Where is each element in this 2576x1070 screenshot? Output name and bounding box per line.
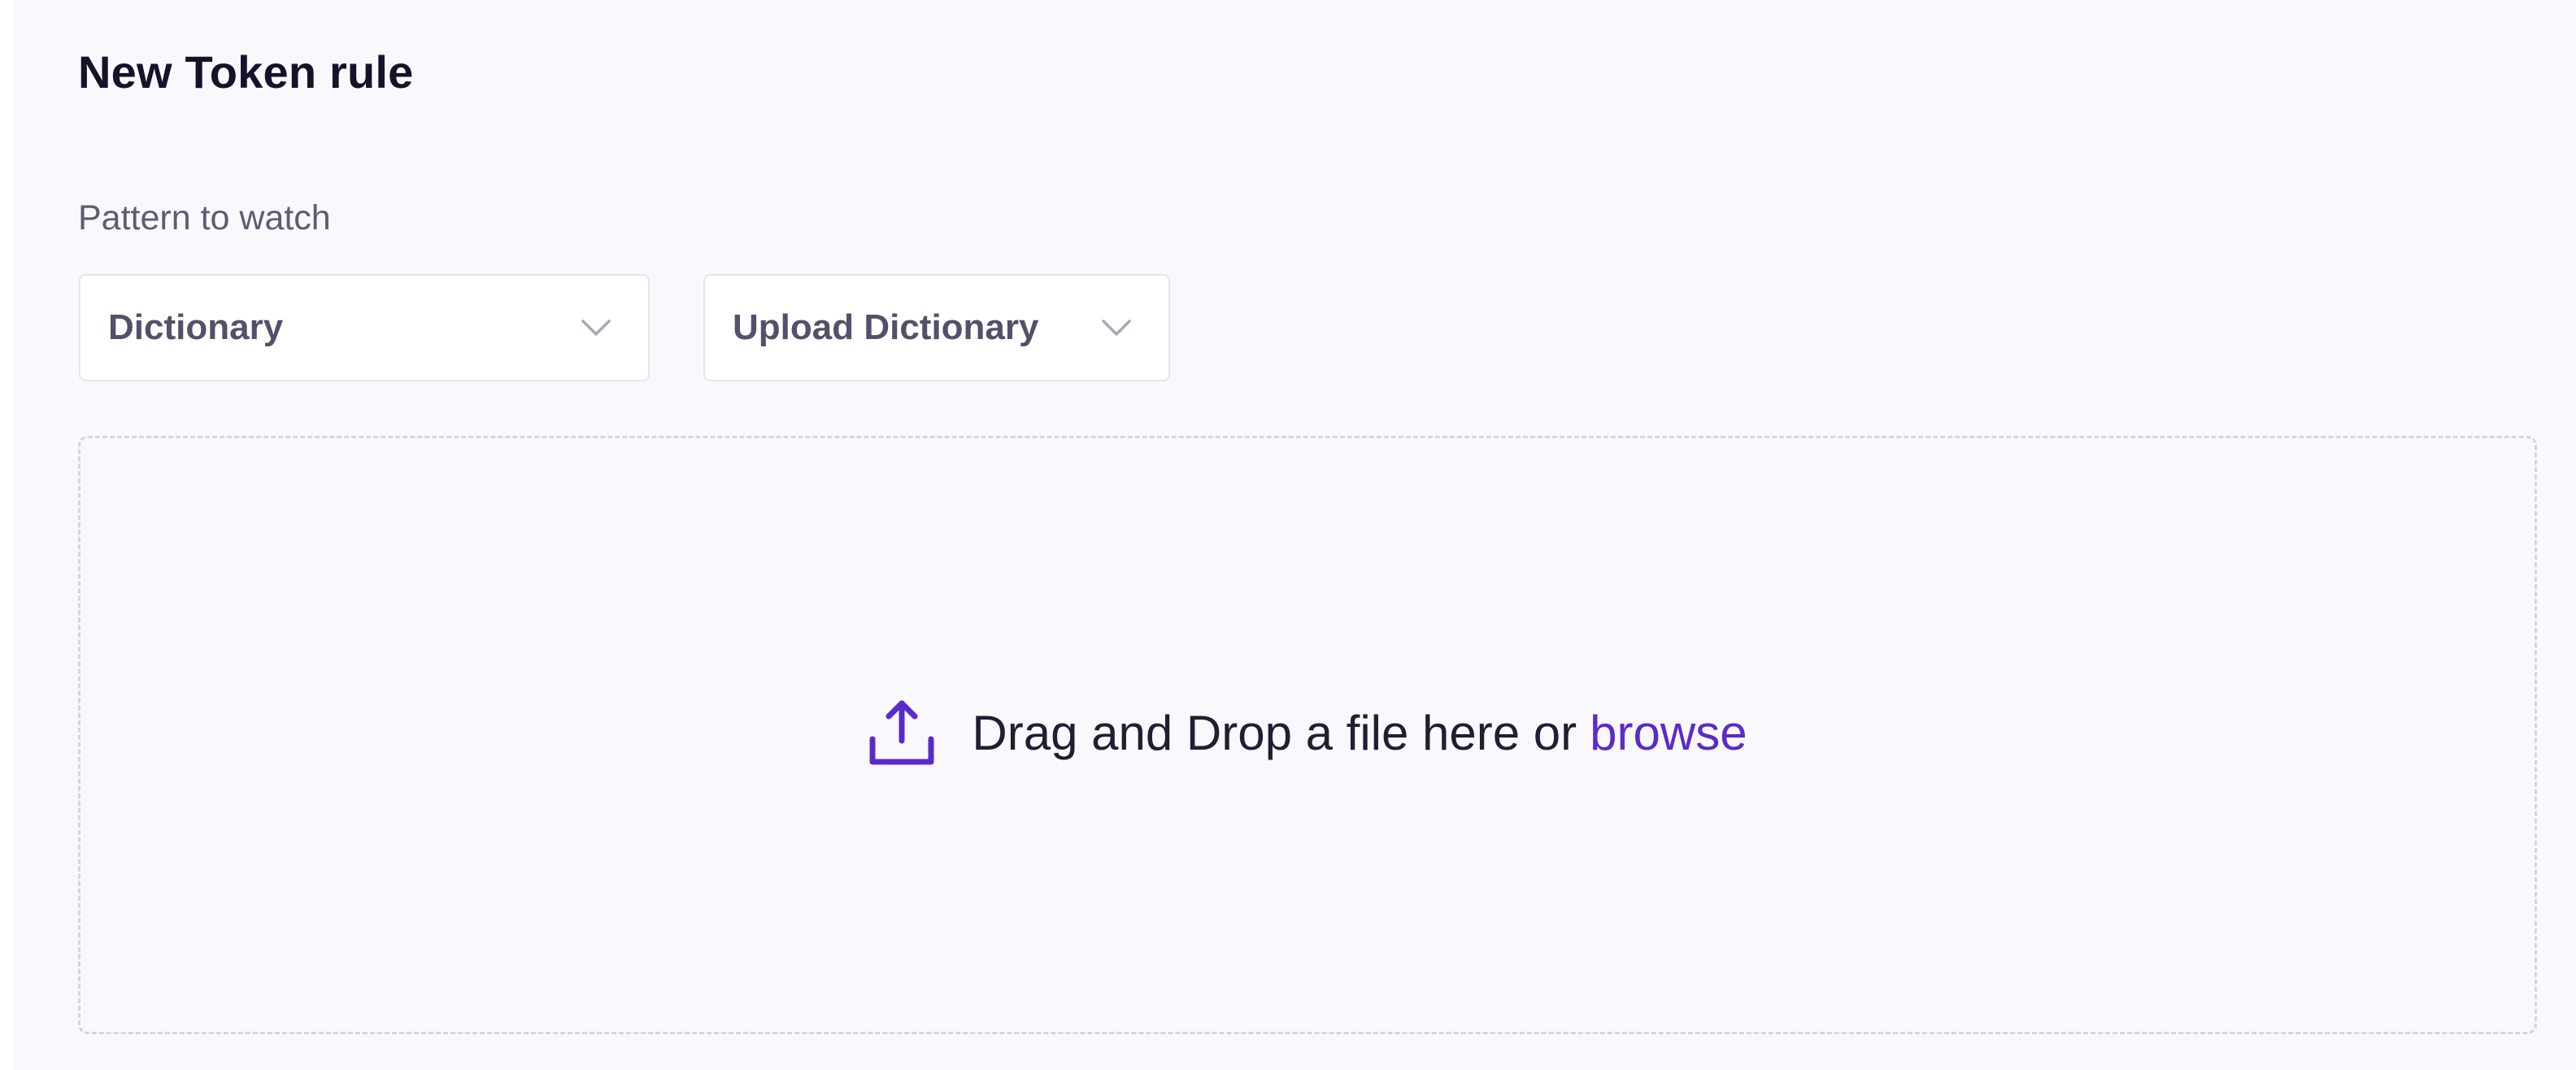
pattern-type-select-value: Dictionary — [108, 307, 284, 347]
chevron-down-icon — [1102, 320, 1131, 336]
chevron-down-icon — [581, 320, 611, 336]
browse-link[interactable]: browse — [1590, 705, 1747, 761]
dictionary-source-select-value: Upload Dictionary — [733, 307, 1039, 347]
pattern-type-select[interactable]: Dictionary — [79, 274, 650, 381]
page-title: New Token rule — [78, 46, 414, 98]
pattern-to-watch-label: Pattern to watch — [78, 198, 331, 237]
file-dropzone[interactable]: Drag and Drop a file here or browse — [78, 436, 2537, 1034]
dropzone-content: Drag and Drop a file here or browse — [80, 698, 2535, 767]
dictionary-source-select[interactable]: Upload Dictionary — [703, 274, 1170, 381]
dropzone-instruction: Drag and Drop a file here or — [972, 705, 1577, 760]
new-token-rule-panel: New Token rule Pattern to watch Dictiona… — [13, 0, 2576, 1070]
upload-icon — [869, 700, 934, 765]
